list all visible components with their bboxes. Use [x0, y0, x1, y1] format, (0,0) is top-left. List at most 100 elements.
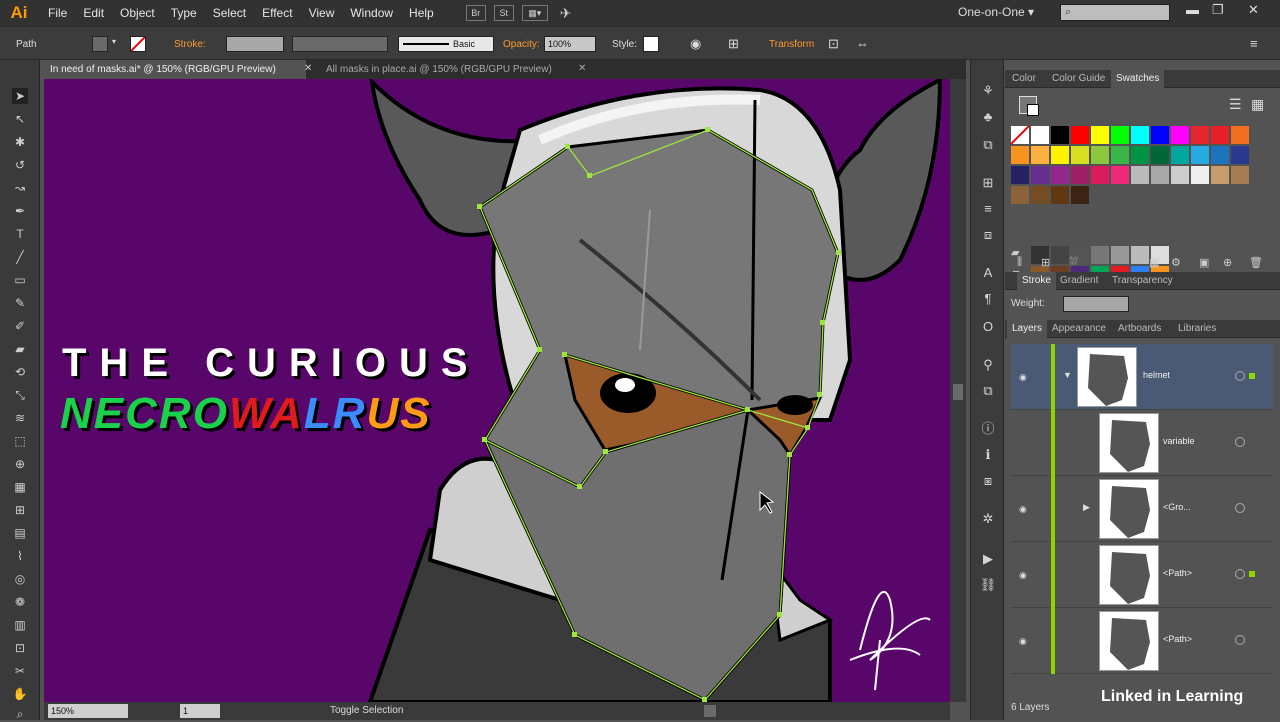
asset-export-icon[interactable]: ✲ [979, 510, 997, 528]
fill-swatch[interactable] [92, 36, 108, 52]
thumbnail-view-icon[interactable]: ▦ [1251, 96, 1264, 113]
menu-object[interactable]: Object [112, 0, 163, 26]
swatch[interactable] [1211, 146, 1229, 164]
tab-color[interactable]: Color [1007, 70, 1041, 88]
swatch[interactable] [1211, 166, 1229, 184]
recolor-icon[interactable]: ◉ [690, 36, 701, 52]
visibility-eye-icon[interactable]: ◉ [1019, 636, 1027, 647]
menu-edit[interactable]: Edit [75, 0, 112, 26]
gradient-icon[interactable]: ▤ [12, 525, 28, 541]
swatch[interactable] [1031, 186, 1049, 204]
tab-all-masks-in-place[interactable]: All masks in place.ai @ 150% (RGB/GPU Pr… [320, 60, 590, 79]
align-panel-icon[interactable]: ≡ [979, 200, 997, 218]
swatch[interactable] [1151, 146, 1169, 164]
swatch[interactable] [1011, 146, 1029, 164]
tab-libraries[interactable]: Libraries [1173, 320, 1221, 338]
vertical-scroll-thumb[interactable] [953, 384, 963, 400]
slice-tool-icon[interactable]: ✂ [12, 663, 28, 679]
swatch[interactable] [1091, 126, 1109, 144]
swatch[interactable] [1011, 166, 1029, 184]
stroke-label[interactable]: Stroke: [174, 39, 206, 50]
visibility-eye-icon[interactable]: ◉ [1019, 570, 1027, 581]
swatch[interactable] [1131, 126, 1149, 144]
list-view-icon[interactable]: ☰ [1229, 96, 1242, 113]
menu-type[interactable]: Type [163, 0, 205, 26]
swatch[interactable] [1231, 146, 1249, 164]
zoom-field[interactable]: 150% [48, 704, 128, 718]
opacity-field[interactable]: 100% [544, 36, 596, 52]
arrange-icon[interactable]: ⇔ [856, 36, 869, 51]
graphic-styles-icon[interactable]: ⧉ [979, 136, 997, 154]
swatch[interactable] [1091, 166, 1109, 184]
menu-select[interactable]: Select [205, 0, 254, 26]
lasso-icon[interactable]: ↺ [12, 157, 28, 173]
visibility-eye-icon[interactable]: ◉ [1019, 504, 1027, 515]
expand-group-icon[interactable]: ▶ [1083, 502, 1090, 513]
layer-target-icon[interactable] [1235, 437, 1245, 447]
gpu-icon[interactable]: ✈ [560, 5, 572, 22]
magic-wand-icon[interactable]: ✱ [12, 134, 28, 150]
blend-icon[interactable]: ◎ [12, 571, 28, 587]
swatch[interactable] [1171, 126, 1189, 144]
tab-transparency[interactable]: Transparency [1107, 272, 1178, 290]
menu-file[interactable]: File [40, 0, 75, 26]
swatch[interactable] [1051, 146, 1069, 164]
swatch[interactable] [1131, 146, 1149, 164]
eraser-icon[interactable]: ▰ [12, 341, 28, 357]
menu-effect[interactable]: Effect [254, 0, 300, 26]
swatch[interactable] [1071, 166, 1089, 184]
artboard-tool-icon[interactable]: ⊡ [12, 640, 28, 656]
layer-target-icon[interactable] [1235, 371, 1245, 381]
curvature-icon[interactable]: ↝ [12, 180, 28, 196]
menu-window[interactable]: Window [342, 0, 401, 26]
swatch[interactable] [1051, 166, 1069, 184]
layer-target-icon[interactable] [1235, 569, 1245, 579]
graphic-style-swatch[interactable] [643, 36, 659, 52]
brush-definition[interactable]: Basic [398, 36, 494, 52]
swatch[interactable] [1171, 146, 1189, 164]
vertical-scrollbar[interactable] [950, 79, 966, 702]
tab-artboards[interactable]: Artboards [1113, 320, 1166, 338]
stroke-weight-input[interactable] [1063, 296, 1129, 312]
tab-in-need-of-masks[interactable]: In need of masks.ai* @ 150% (RGB/GPU Pre… [44, 60, 306, 79]
paintbrush-icon[interactable]: ✎ [12, 295, 28, 311]
layer-row[interactable]: ◉ ▶ <Gro... [1011, 476, 1273, 542]
layer-row[interactable]: ◉ ▼ helmet [1011, 344, 1273, 410]
tab-gradient[interactable]: Gradient [1055, 272, 1103, 290]
brushes-icon[interactable]: ♣ [979, 108, 997, 126]
swatch[interactable] [1111, 126, 1129, 144]
swatch[interactable] [1151, 126, 1169, 144]
swatch[interactable] [1191, 126, 1209, 144]
swatch[interactable] [1071, 126, 1089, 144]
layer-row[interactable]: variable [1011, 410, 1273, 476]
stock-button[interactable]: St [493, 5, 514, 21]
rotate-icon[interactable]: ⟲ [12, 364, 28, 380]
swatch[interactable] [1051, 186, 1069, 204]
symbol-sprayer-icon[interactable]: ❁ [12, 594, 28, 610]
navigator-icon[interactable]: ⧆ [979, 472, 997, 490]
links-icon[interactable]: ⚲ [979, 356, 997, 374]
tab-swatches[interactable]: Swatches [1111, 70, 1165, 88]
links-chain-icon[interactable]: ⛓ [979, 576, 997, 594]
swatch[interactable] [1231, 126, 1249, 144]
layer-row[interactable]: ◉ <Path> [1011, 608, 1273, 674]
swatch[interactable] [1010, 125, 1030, 145]
selected-art-indicator[interactable] [1249, 571, 1255, 577]
horizontal-scroll-thumb[interactable] [704, 705, 716, 717]
direct-selection-tool-icon[interactable]: ↖ [12, 111, 28, 127]
pathfinder-icon[interactable]: ⧈ [979, 226, 997, 244]
swatch[interactable] [1131, 166, 1149, 184]
rectangle-tool-icon[interactable]: ▭ [12, 272, 28, 288]
actions-icon[interactable]: ▶ [979, 550, 997, 568]
character-icon[interactable]: A [979, 264, 997, 282]
opacity-label[interactable]: Opacity: [503, 39, 540, 50]
swatch[interactable] [1111, 146, 1129, 164]
swatch[interactable] [1111, 166, 1129, 184]
close-icon[interactable]: ✕ [1248, 2, 1259, 18]
shape-builder-icon[interactable]: ⊕ [12, 456, 28, 472]
new-color-group-icon[interactable]: ▣ [1199, 256, 1209, 269]
swatch[interactable] [1211, 126, 1229, 144]
menu-view[interactable]: View [301, 0, 343, 26]
align-icon[interactable]: ⊞ [728, 36, 739, 52]
stroke-swatch[interactable] [130, 36, 146, 52]
